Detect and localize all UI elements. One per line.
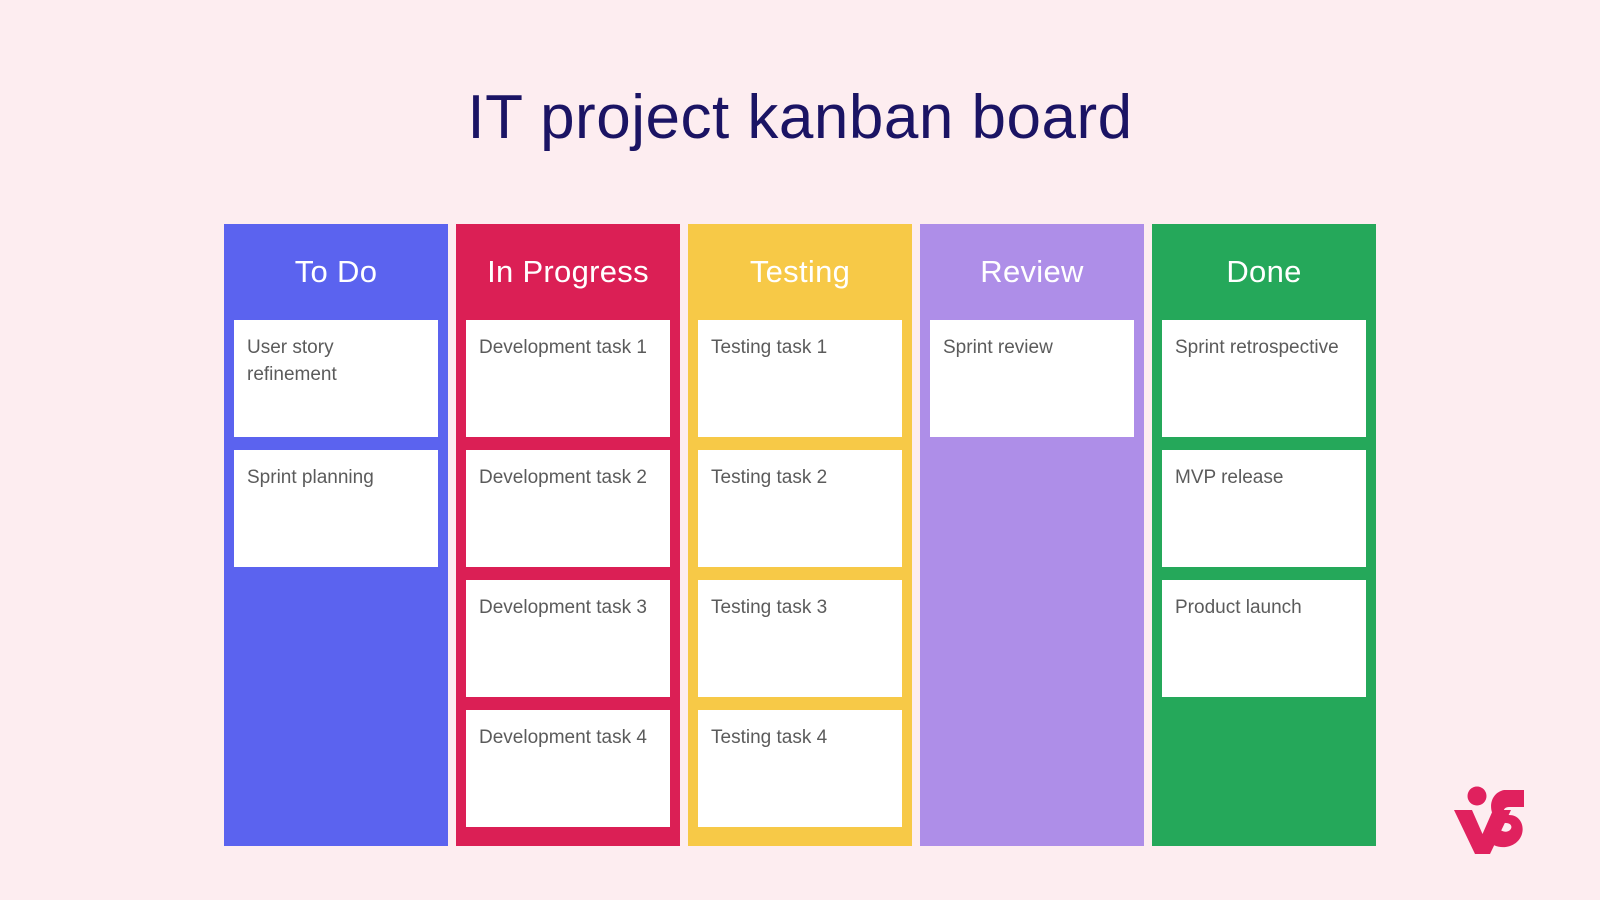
kanban-column-to-do: To Do User story refinement Sprint plannin…	[224, 224, 448, 846]
kanban-card[interactable]: Sprint review	[930, 320, 1134, 437]
kanban-card[interactable]: Testing task 4	[698, 710, 902, 827]
kanban-card[interactable]: MVP release	[1162, 450, 1366, 567]
column-title: Review	[980, 254, 1084, 289]
column-title: Testing	[749, 254, 851, 289]
kanban-card[interactable]: Testing task 1	[698, 320, 902, 437]
card-list: User story refinement Sprint planning	[234, 320, 438, 567]
kanban-card[interactable]: Development task 2	[466, 450, 670, 567]
column-title: Done	[1226, 254, 1302, 289]
card-list: Development task 1 Development task 2 Deve…	[466, 320, 670, 827]
kanban-column-review: Review Sprint review	[920, 224, 1144, 846]
kanban-card[interactable]: Product launch	[1162, 580, 1366, 697]
kanban-card[interactable]: Development task 1	[466, 320, 670, 437]
card-list: Sprint review	[930, 320, 1134, 437]
kanban-card[interactable]: Development task 3	[466, 580, 670, 697]
logo-dot	[1467, 786, 1487, 806]
kanban-card[interactable]: Testing task 2	[698, 450, 902, 567]
kanban-card[interactable]: Development task 4	[466, 710, 670, 827]
slide-canvas: IT project kanban board To Do User story …	[0, 0, 1600, 900]
kanban-column-done: Done Sprint retrospective MVP release Produ…	[1152, 224, 1376, 846]
kanban-card[interactable]: User story refinement	[234, 320, 438, 437]
page-title: IT project kanban board	[467, 83, 1133, 152]
card-list: Sprint retrospective MVP release Product l…	[1162, 320, 1366, 697]
vs-logo	[1454, 786, 1524, 854]
column-title: In Progress	[487, 254, 649, 289]
kanban-card[interactable]: Sprint retrospective	[1162, 320, 1366, 437]
card-list: Testing task 1 Testing task 2 Testing task…	[698, 320, 902, 827]
kanban-card[interactable]: Sprint planning	[234, 450, 438, 567]
column-title: To Do	[294, 254, 378, 289]
kanban-board: To Do User story refinement Sprint plannin…	[224, 224, 1376, 846]
kanban-card[interactable]: Testing task 3	[698, 580, 902, 697]
kanban-column-in-progress: In Progress Development task 1 Development…	[456, 224, 680, 846]
kanban-column-testing: Testing Testing task 1 Testing task 2 Testi…	[688, 224, 912, 846]
